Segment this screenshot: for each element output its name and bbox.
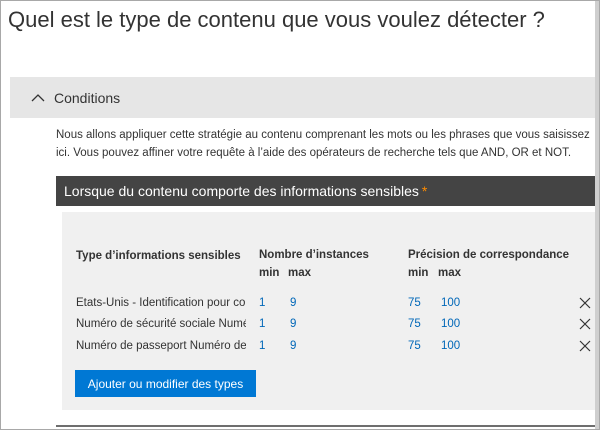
column-header-accuracy-max: max (438, 267, 462, 279)
column-header-instances-min: min (259, 267, 280, 279)
row-accuracy-min[interactable]: 75 (408, 297, 421, 309)
divider (56, 425, 596, 427)
chevron-up-icon (30, 90, 46, 106)
row-type-name: Numéro de passeport Numéro de (76, 340, 246, 352)
row-type-name: Numéro de sécurité sociale Numéro (76, 318, 246, 330)
close-icon[interactable] (579, 339, 591, 352)
row-type-name: États-Unis - Identification pour contrib… (76, 297, 246, 309)
column-header-accuracy-min: min (408, 267, 429, 279)
required-indicator: * (421, 183, 428, 199)
scrollbar[interactable] (595, 1, 599, 429)
add-or-edit-types-button[interactable]: Ajouter ou modifier des types (75, 370, 256, 397)
sensitive-info-section-header: Lorsque du contenu comporte des informat… (56, 176, 599, 206)
row-instances-min[interactable]: 1 (259, 340, 265, 352)
row-accuracy-min[interactable]: 75 (408, 340, 421, 352)
window: Quel est le type de contenu que vous vou… (0, 0, 600, 430)
row-instances-min[interactable]: 1 (259, 297, 265, 309)
conditions-description: Nous allons appliquer cette stratégie au… (56, 129, 590, 159)
close-icon[interactable] (579, 296, 591, 309)
column-header-type: Type d’informations sensibles (76, 250, 241, 262)
column-header-accuracy: Précision de correspondance (408, 249, 570, 261)
row-accuracy-max[interactable]: 100 (441, 340, 460, 352)
row-instances-max[interactable]: 9 (290, 297, 296, 309)
conditions-label: Conditions (54, 89, 121, 106)
conditions-toggle[interactable]: Conditions (10, 77, 595, 118)
row-accuracy-max[interactable]: 100 (441, 297, 460, 309)
column-header-instances: Nombre d’instances (259, 249, 369, 261)
row-accuracy-min[interactable]: 75 (408, 318, 421, 330)
row-instances-min[interactable]: 1 (259, 318, 265, 330)
section-title: Lorsque du contenu comporte des informat… (64, 183, 419, 199)
row-accuracy-max[interactable]: 100 (441, 318, 460, 330)
column-header-instances-max: max (288, 267, 312, 279)
close-icon[interactable] (579, 317, 591, 330)
row-instances-max[interactable]: 9 (290, 318, 296, 330)
row-instances-max[interactable]: 9 (290, 340, 296, 352)
sensitive-info-panel: Type d’informations sensibles Nombre d’i… (62, 212, 599, 410)
page-title: Quel est le type de contenu que vous vou… (8, 7, 545, 32)
